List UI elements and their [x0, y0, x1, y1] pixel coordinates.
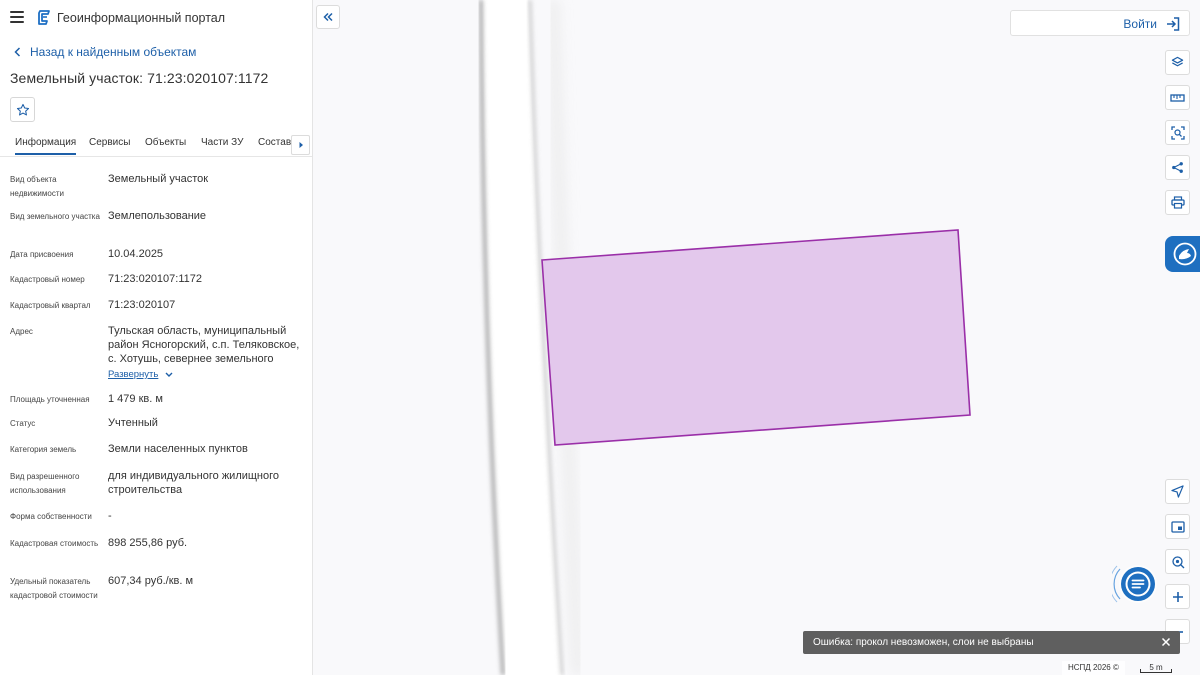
share-button[interactable] [1165, 155, 1190, 180]
field-value: 1 479 кв. м [108, 393, 163, 405]
field-label: Категория земель [10, 445, 77, 454]
field-value: 898 255,86 руб. [108, 537, 188, 549]
address-value: Тульская область, муниципальный район Яс… [108, 325, 300, 365]
field-value: 10.04.2025 [108, 248, 164, 260]
portal-logo-icon [38, 10, 50, 25]
field-value: Учтенный [108, 417, 158, 429]
field-label: Удельный показатель кадастровой стоимост… [10, 577, 98, 600]
hamburger-icon[interactable] [10, 11, 24, 23]
top-bar: Геоинформационный портал [0, 0, 312, 36]
field-value: 71:23:020107 [108, 299, 176, 311]
land-parcel-polygon[interactable] [541, 229, 971, 446]
app-title: Геоинформационный портал [57, 11, 226, 25]
toast-message: Ошибка: прокол невозможен, слои не выбра… [813, 637, 1034, 648]
field-label: Форма собственности [10, 512, 92, 521]
geolocation-button[interactable] [1165, 549, 1190, 574]
navigation-arrow-icon [1171, 485, 1184, 498]
side-panel: Геоинформационный портал Назад к найденн… [0, 0, 313, 675]
tabs-divider [0, 156, 312, 157]
login-button[interactable]: Войти [1010, 10, 1190, 36]
tab-information[interactable]: Информация [15, 137, 77, 155]
close-icon[interactable] [1160, 636, 1172, 648]
field-value: Земли населенных пунктов [108, 443, 248, 455]
layers-button[interactable] [1165, 50, 1190, 75]
tab-parcel-parts[interactable]: Части ЗУ [201, 137, 243, 148]
geolocation-icon [1171, 555, 1184, 568]
tab-objects[interactable]: Объекты [145, 137, 186, 148]
field-label: Вид земельного участка [10, 212, 100, 221]
chat-button[interactable] [1112, 561, 1164, 607]
favorite-button[interactable] [10, 97, 35, 122]
field-value: 71:23:020107:1172 [108, 273, 202, 285]
navigate-button[interactable] [1165, 479, 1190, 504]
expand-address-link[interactable]: Развернуть [108, 369, 175, 380]
share-icon [1172, 162, 1183, 173]
page-title: Земельный участок: 71:23:020107:1172 [10, 70, 269, 86]
map-layer [479, 0, 971, 675]
back-link-label: Назад к найденным объектам [30, 45, 197, 59]
area-select-icon [1170, 125, 1185, 140]
ruler-icon [1170, 93, 1185, 102]
field-value: Землепользование [108, 210, 207, 222]
field-label: Адрес [10, 327, 33, 336]
field-label: Статус [10, 419, 36, 428]
collapse-panel-button[interactable] [316, 5, 340, 29]
map-copyright[interactable]: НСПД 2026 © [1062, 661, 1125, 675]
field-label: Кадастровая стоимость [10, 539, 99, 548]
field-value: Земельный участок [108, 173, 209, 185]
zoom-in-button[interactable] [1165, 584, 1190, 609]
field-label: Площадь уточненная [10, 395, 90, 404]
assistant-icon [1173, 242, 1197, 266]
field-label: Вид объекта недвижимости [10, 175, 64, 198]
print-button[interactable] [1165, 190, 1190, 215]
sign-in-icon [1167, 17, 1180, 31]
back-to-results-link[interactable]: Назад к найденным объектам [12, 45, 196, 59]
measure-button[interactable] [1165, 85, 1190, 110]
tabs-next-button[interactable] [291, 135, 310, 155]
tab-bar: Информация Сервисы Объекты Части ЗУ Сост… [0, 133, 312, 157]
tab-composition[interactable]: Состав [258, 137, 291, 148]
map-scale-bar: 5 m [1136, 661, 1176, 675]
minimap-icon [1170, 520, 1185, 533]
tab-services[interactable]: Сервисы [89, 137, 130, 148]
error-toast: Ошибка: прокол невозможен, слои не выбра… [803, 631, 1180, 654]
double-chevron-left-icon [323, 12, 333, 22]
assistant-tab-button[interactable] [1165, 236, 1200, 272]
area-select-button[interactable] [1165, 120, 1190, 145]
printer-icon [1170, 196, 1185, 209]
field-label: Кадастровый квартал [10, 301, 91, 310]
caret-right-icon [299, 142, 303, 148]
minimap-button[interactable] [1165, 514, 1190, 539]
login-label: Войти [1123, 17, 1157, 31]
chevron-left-icon [14, 47, 21, 57]
chevron-down-icon [165, 372, 173, 377]
field-label: Дата присвоения [10, 250, 74, 259]
field-label: Вид разрешенного использования [10, 472, 80, 495]
expand-label: Развернуть [108, 369, 159, 380]
layers-icon [1171, 56, 1184, 67]
map-canvas[interactable] [313, 0, 1200, 675]
field-value: для индивидуального жилищного строительс… [108, 470, 280, 496]
field-value: - [108, 510, 112, 522]
plus-icon [1172, 591, 1183, 602]
star-icon [16, 103, 29, 115]
field-value: 607,34 руб./кв. м [108, 575, 194, 587]
field-label: Кадастровый номер [10, 275, 85, 284]
